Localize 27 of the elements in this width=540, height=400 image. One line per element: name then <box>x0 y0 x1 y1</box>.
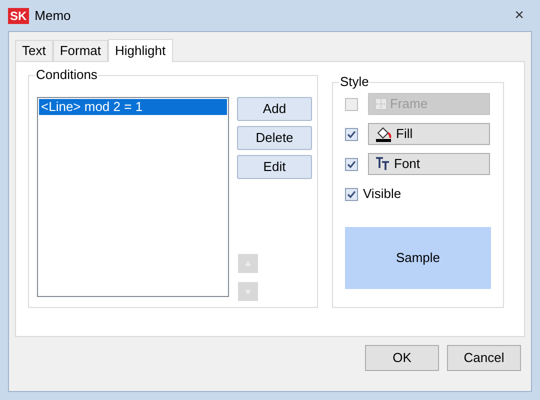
action-button[interactable]: Edit <box>237 155 312 179</box>
tab[interactable]: Highlight <box>108 39 173 62</box>
paint-bucket-icon <box>375 126 393 142</box>
action-button[interactable]: Add <box>237 97 312 121</box>
dialog-button[interactable]: OK <box>365 345 439 371</box>
style-button[interactable]: Fill <box>368 123 490 145</box>
app-logo: SK <box>8 8 29 24</box>
action-button[interactable]: Delete <box>237 126 312 150</box>
grid-icon <box>375 98 387 110</box>
checkbox-label: Visible <box>363 185 402 204</box>
window-title: Memo <box>34 6 71 25</box>
list-item[interactable]: <Line> mod 2 = 1 <box>39 99 227 115</box>
conditions-list[interactable]: <Line> mod 2 = 1 <box>37 97 229 297</box>
font-icon <box>375 157 391 171</box>
checkbox[interactable] <box>345 158 358 170</box>
sample-preview: Sample <box>345 227 491 289</box>
close-button[interactable]: × <box>510 4 528 28</box>
group-title: Style <box>339 74 370 90</box>
tab[interactable]: Text <box>15 40 53 61</box>
tab[interactable]: Format <box>52 40 108 61</box>
checkmark-icon <box>347 130 356 138</box>
dialog-button[interactable]: Cancel <box>447 345 521 371</box>
style-button[interactable]: Font <box>368 153 490 175</box>
checkmark-icon <box>347 160 356 168</box>
checkbox[interactable] <box>345 128 358 140</box>
checkbox[interactable] <box>345 188 358 200</box>
checkmark-icon <box>347 190 356 198</box>
